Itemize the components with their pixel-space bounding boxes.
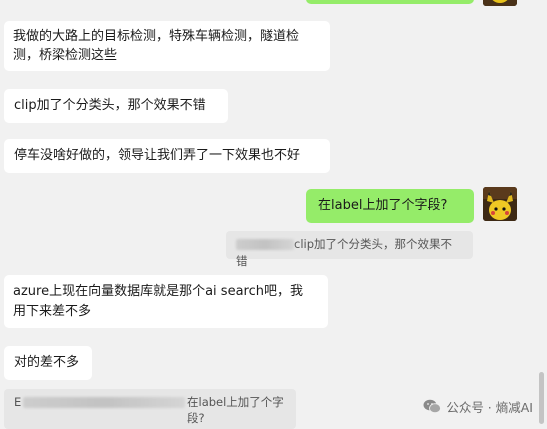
pikachu-avatar-icon: [483, 187, 517, 221]
quoted-reply-1[interactable]: clip加了个分类头，那个效果不错: [226, 231, 473, 268]
blurred-sender-name-2: [23, 397, 186, 408]
wechat-icon: [423, 399, 442, 414]
pikachu-avatar-icon: [483, 0, 517, 6]
user-avatar[interactable]: [483, 187, 517, 221]
incoming-message-3[interactable]: 停车没啥好做的，领导让我们弄了一下效果也不好: [4, 139, 330, 173]
outgoing-message-1[interactable]: 在label上加了个字段?: [306, 189, 474, 223]
incoming-message-1[interactable]: 我做的大路上的目标检测，特殊车辆检测，隧道检 测，桥梁检测这些: [4, 21, 330, 71]
incoming-message-4[interactable]: azure上现在向量数据库就是那个ai search吧，我 用下来差不多: [4, 275, 328, 328]
blurred-sender-name: [236, 239, 294, 250]
quoted-reply-2-text: 在label上加了个字 段?: [187, 395, 284, 425]
incoming-message-5[interactable]: 对的差不多: [4, 346, 92, 380]
watermark: 公众号 · 熵减AI: [423, 397, 533, 416]
chat-scrollbar[interactable]: [539, 372, 544, 424]
top-user-avatar-partial[interactable]: [483, 0, 517, 6]
incoming-message-2[interactable]: clip加了个分类头，那个效果不错: [4, 89, 228, 123]
quoted-reply-2[interactable]: E 在label上加了个字 段?: [4, 389, 296, 429]
quoted-reply-2-prefix: E: [14, 395, 22, 409]
top-outgoing-bubble-partial[interactable]: [306, 0, 474, 4]
watermark-text: 公众号 · 熵减AI: [446, 400, 533, 415]
